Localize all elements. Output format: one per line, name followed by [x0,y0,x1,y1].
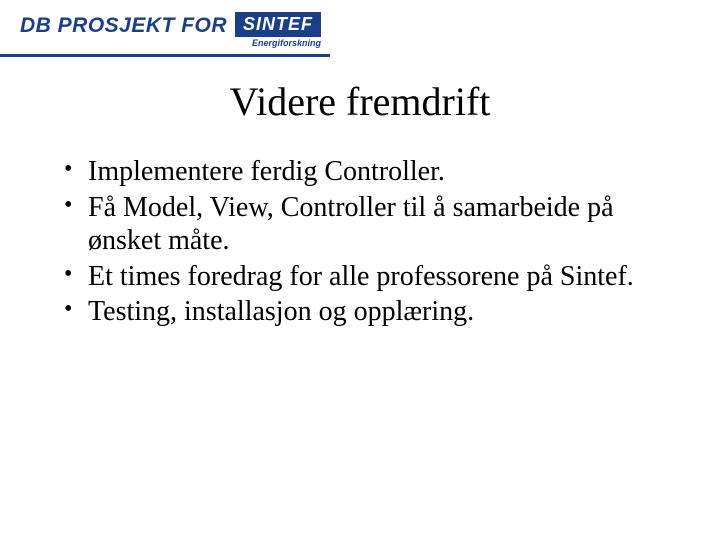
slide-title: Videre fremdrift [0,78,720,125]
slide: DB PROSJEKT FOR SINTEF Energiforskning V… [0,0,720,540]
slide-content: Implementere ferdig Controller. Få Model… [60,155,660,331]
header-divider [0,54,330,57]
list-item: Få Model, View, Controller til å samarbe… [60,191,660,258]
sintef-logo-block: SINTEF Energiforskning [235,12,321,48]
list-item: Testing, installasjon og opplæring. [60,295,660,329]
header-logo: DB PROSJEKT FOR SINTEF Energiforskning [20,14,321,48]
sintef-subtext: Energiforskning [252,38,321,48]
list-item: Implementere ferdig Controller. [60,155,660,189]
logo-left-text: DB PROSJEKT FOR [20,14,227,38]
sintef-logo: SINTEF [235,12,321,37]
list-item: Et times foredrag for alle professorene … [60,260,660,294]
bullet-list: Implementere ferdig Controller. Få Model… [60,155,660,329]
